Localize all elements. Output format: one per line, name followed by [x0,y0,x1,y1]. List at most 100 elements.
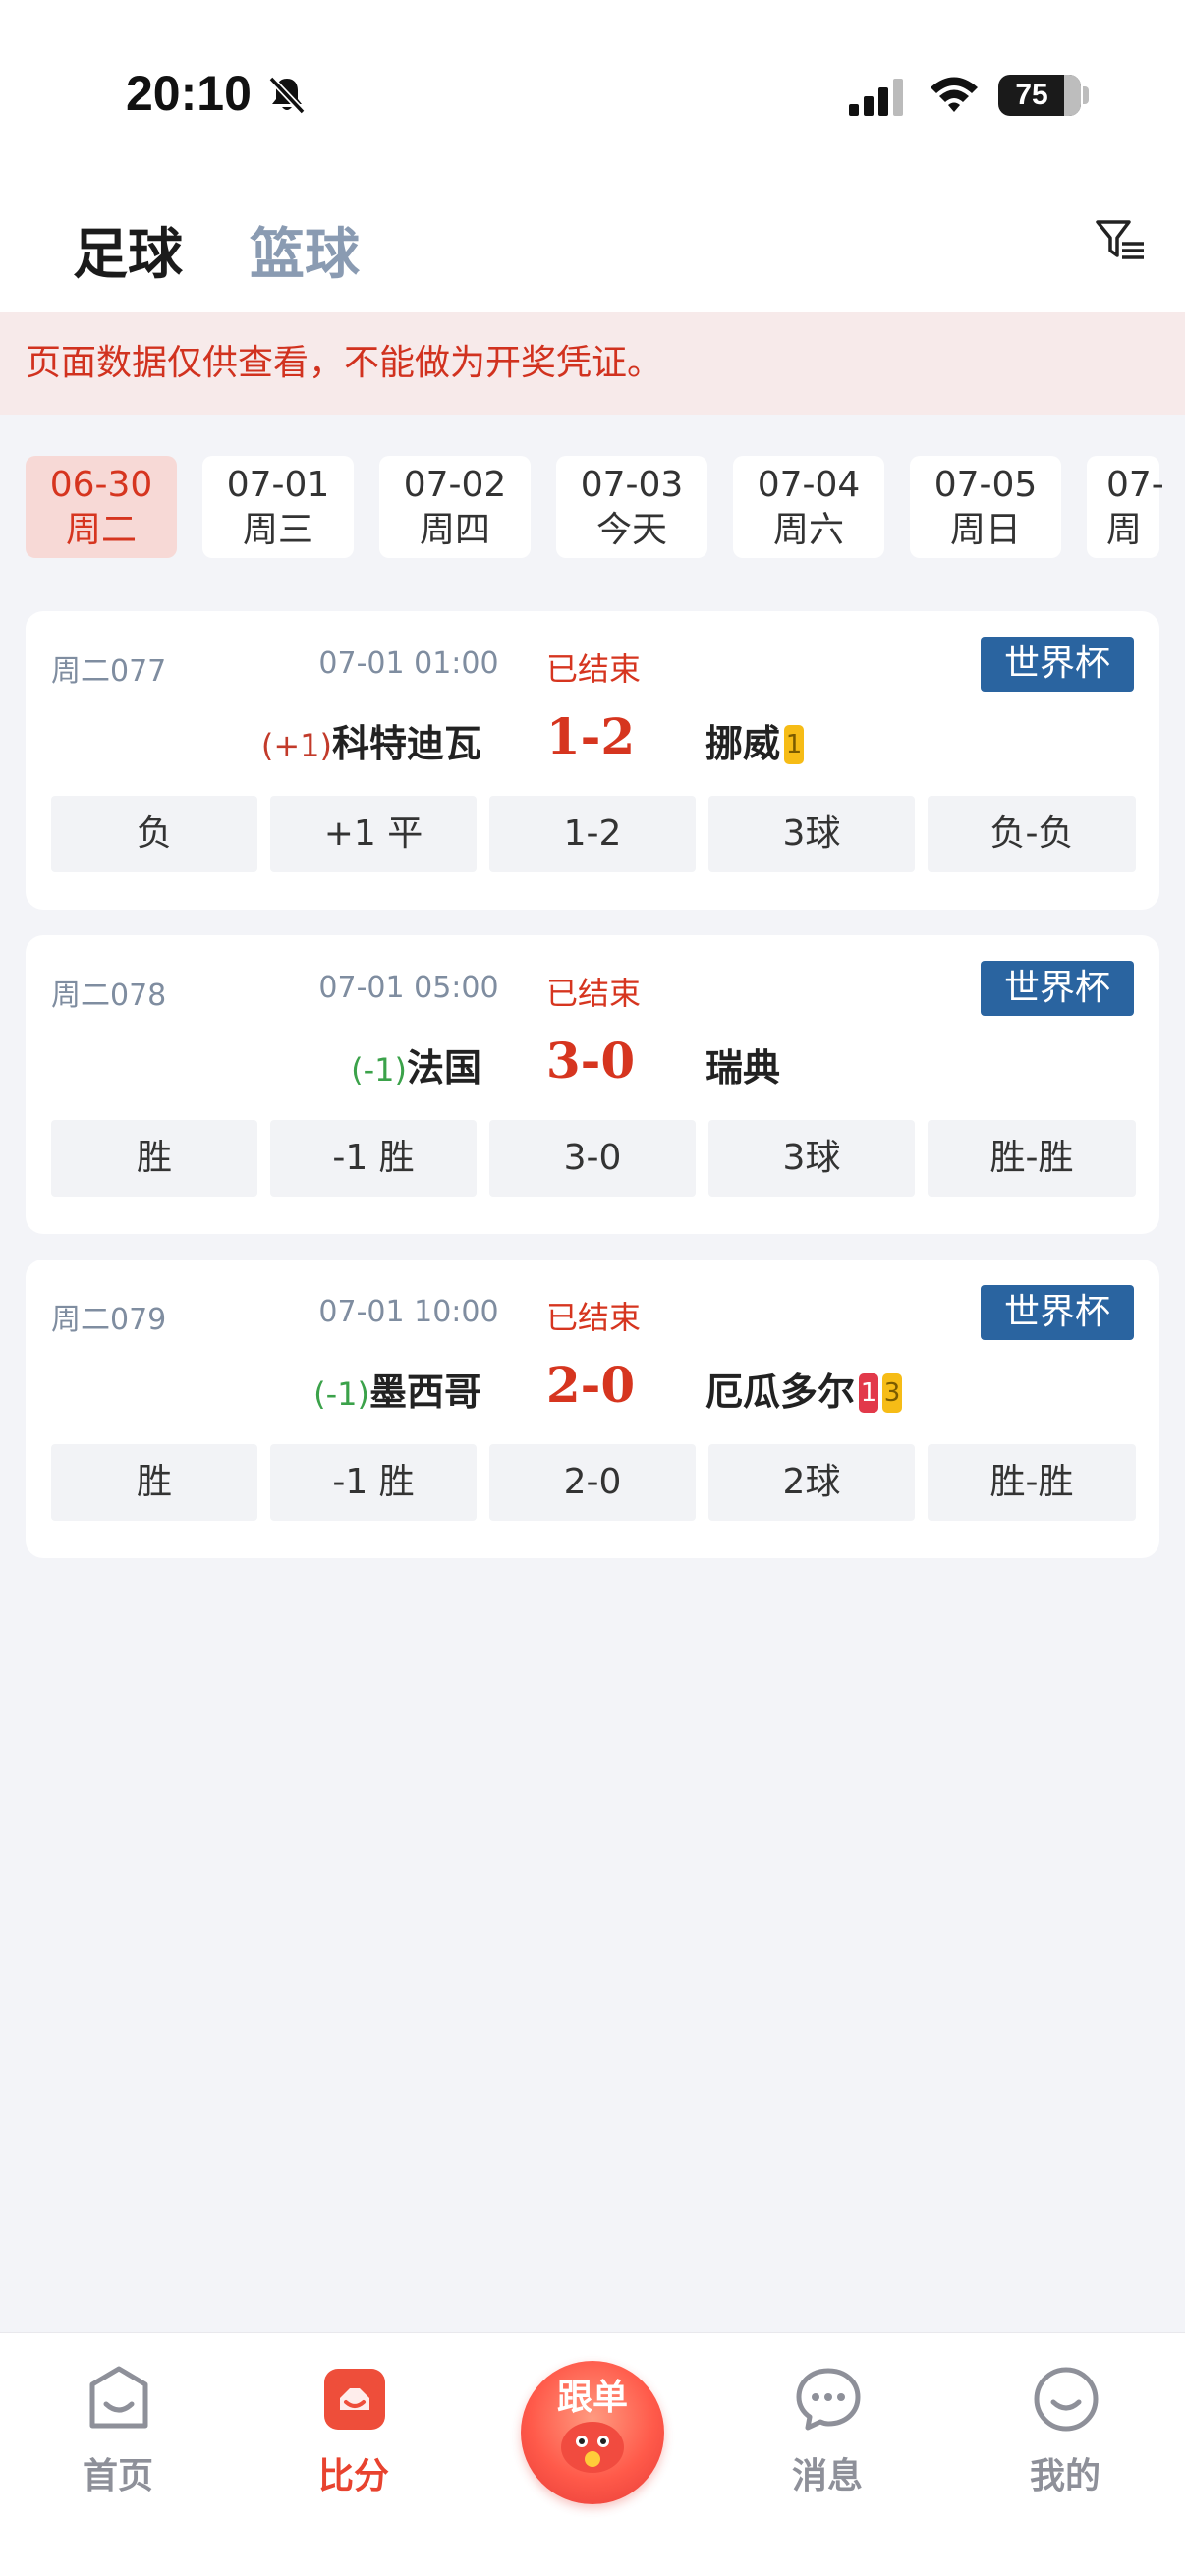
notice-banner: 页面数据仅供查看，不能做为开奖凭证。 [0,312,1185,415]
nav-home[interactable]: 首页 [20,2333,216,2530]
home-team-name: 科特迪瓦 [331,722,481,765]
date-tab-date: 07-04 [757,465,861,505]
result-cell: -1 胜 [270,1444,477,1521]
score-icon [324,2369,385,2430]
result-cell: 2球 [708,1444,915,1521]
nav-score[interactable]: 比分 [255,2333,452,2530]
result-cell: 3-0 [489,1120,696,1197]
date-tab-day: 周二 [65,510,137,550]
league-badge: 世界杯 [981,1285,1134,1340]
result-cell: 胜-胜 [928,1120,1136,1197]
date-tab-day: 周六 [772,510,844,550]
away-team: 厄瓜多尔 1 3 [705,1362,903,1416]
handicap: (-1) [351,1051,407,1089]
match-code: 周二077 [51,654,167,689]
result-cell: 负-负 [928,796,1136,872]
date-tab[interactable]: 07-03 今天 [556,456,707,558]
result-cell: 胜 [51,1120,257,1197]
result-cell: -1 胜 [270,1120,477,1197]
nav-message[interactable]: 消息 [729,2333,926,2530]
date-tab[interactable]: 07- 周 [1087,456,1164,558]
date-tab[interactable]: 07-05 周日 [910,456,1061,558]
result-cell: +1 平 [270,796,477,872]
league-badge: 世界杯 [981,637,1134,692]
league-badge: 世界杯 [981,961,1134,1016]
yellow-card-badge: 1 [784,725,805,764]
date-tab-date: 07- [1106,465,1164,505]
follow-mascot-icon [561,2422,624,2473]
yellow-card-badge: 3 [882,1373,903,1413]
nav-profile[interactable]: 我的 [967,2333,1163,2530]
date-tab-date: 07-02 [403,465,507,505]
date-tab-day: 周 [1106,510,1143,550]
date-tab[interactable]: 07-02 周四 [379,456,531,558]
date-tab[interactable]: 07-04 周六 [733,456,884,558]
home-team: (+1)科特迪瓦 [261,713,481,767]
handicap: (+1) [260,727,332,764]
result-row: 负 +1 平 1-2 3球 负-负 [51,796,1136,872]
home-team-name: 法国 [406,1046,481,1090]
match-code: 周二078 [51,979,167,1013]
match-code: 周二079 [51,1303,167,1337]
nav-home-label: 首页 [82,2456,153,2496]
date-tab-day: 周日 [949,510,1021,550]
home-team: (-1)墨西哥 [313,1362,481,1416]
tab-football[interactable]: 足球 [73,210,183,290]
result-cell: 3球 [708,1120,915,1197]
match-card[interactable]: 周二077 07-01 01:00 已结束 世界杯 (+1)科特迪瓦 1-2 挪… [26,611,1159,910]
date-tab-day: 今天 [595,510,667,550]
date-tab[interactable]: 06-30 周二 [26,456,177,558]
battery-level: 75 [1015,79,1048,111]
filter-icon[interactable] [1095,218,1146,265]
away-team: 瑞典 [705,1037,780,1092]
nav-profile-label: 我的 [1029,2456,1100,2496]
match-score: 3-0 [545,1032,636,1090]
date-tab-date: 06-30 [49,465,153,505]
match-score: 2-0 [545,1356,636,1414]
date-tab-date: 07-01 [226,465,330,505]
date-tab-day: 周三 [242,510,313,550]
date-tab-date: 07-03 [580,465,684,505]
home-team: (-1)法国 [351,1037,481,1092]
result-cell: 胜 [51,1444,257,1521]
match-status: 已结束 [546,1299,642,1336]
away-team: 挪威 1 [705,713,805,767]
date-tab-date: 07-05 [933,465,1038,505]
bottom-nav: 首页 比分 跟单 消息 我的 [0,2332,1185,2576]
result-row: 胜 -1 胜 3-0 3球 胜-胜 [51,1120,1136,1197]
nav-message-label: 消息 [791,2456,863,2496]
match-status: 已结束 [546,650,642,688]
match-score: 1-2 [545,707,636,765]
date-strip: 06-30 周二 07-01 周三 07-02 周四 07-03 今天 07-0… [0,456,1185,560]
profile-icon [1034,2367,1099,2432]
cellular-signal-icon [849,79,903,116]
result-cell: 负 [51,796,257,872]
match-time: 07-01 05:00 [318,971,499,1005]
red-card-badge: 1 [859,1373,879,1413]
wifi-icon [931,77,978,112]
home-icon [89,2366,148,2429]
date-tab-day: 周四 [419,510,490,550]
nav-score-label: 比分 [317,2456,389,2496]
follow-button-label: 跟单 [556,2378,628,2418]
match-card[interactable]: 周二078 07-01 05:00 已结束 世界杯 (-1)法国 3-0 瑞典 … [26,935,1159,1234]
match-time: 07-01 01:00 [318,646,499,681]
date-tab[interactable]: 07-01 周三 [202,456,354,558]
status-time: 20:10 [126,66,252,121]
follow-button[interactable]: 跟单 [521,2361,664,2504]
result-cell: 胜-胜 [928,1444,1136,1521]
bell-muted-icon [268,76,306,115]
handicap: (-1) [313,1375,369,1413]
match-status: 已结束 [546,975,642,1012]
battery-icon: 75 [998,75,1081,116]
message-icon [796,2368,861,2431]
result-cell: 3球 [708,796,915,872]
match-time: 07-01 10:00 [318,1295,499,1329]
result-row: 胜 -1 胜 2-0 2球 胜-胜 [51,1444,1136,1521]
away-team-name: 挪威 [705,722,781,765]
header: 20:10 75 足球 篮球 [0,0,1185,312]
tab-basketball[interactable]: 篮球 [250,210,360,290]
result-cell: 2-0 [489,1444,696,1521]
home-team-name: 墨西哥 [368,1371,481,1414]
match-card[interactable]: 周二079 07-01 10:00 已结束 世界杯 (-1)墨西哥 2-0 厄瓜… [26,1260,1159,1558]
